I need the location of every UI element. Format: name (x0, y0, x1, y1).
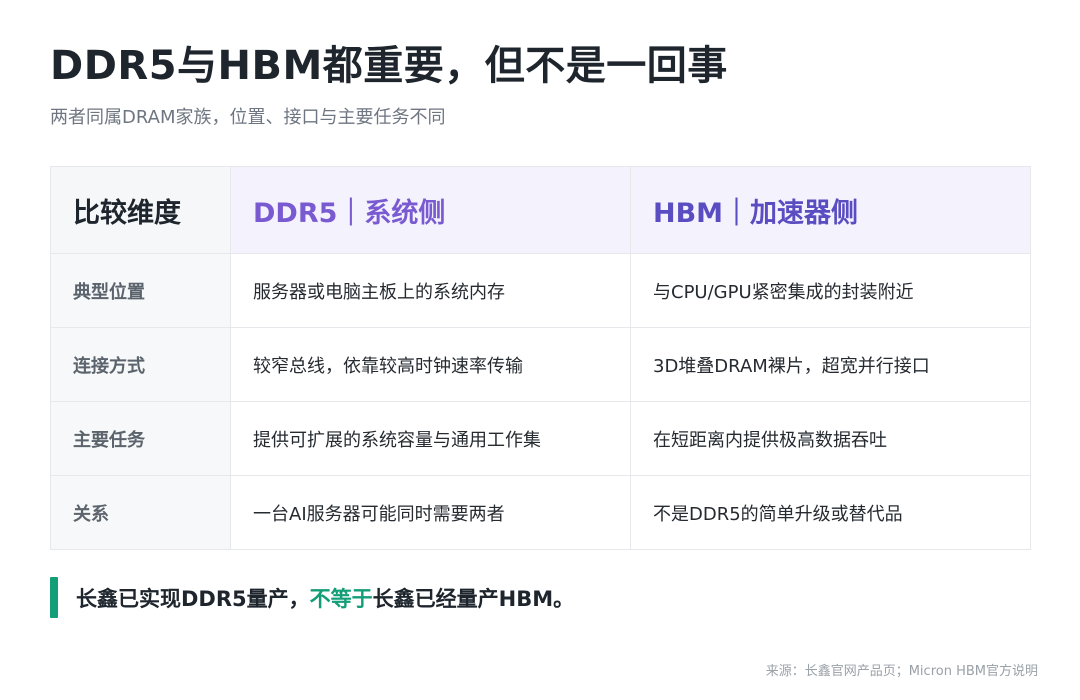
comparison-table: 比较维度 DDR5｜系统侧 HBM｜加速器侧 典型位置 服务器或电脑主板上的系统… (50, 166, 1031, 550)
header-ddr5: DDR5｜系统侧 (230, 166, 631, 254)
header-hbm: HBM｜加速器侧 (630, 166, 1031, 254)
cell-ddr5-task: 提供可扩展的系统容量与通用工作集 (230, 401, 631, 476)
cell-hbm-task: 在短距离内提供极高数据吞吐 (630, 401, 1031, 476)
table-row: 典型位置 服务器或电脑主板上的系统内存 与CPU/GPU紧密集成的封装附近 (50, 253, 1031, 328)
table-row: 连接方式 较窄总线，依靠较高时钟速率传输 3D堆叠DRAM裸片，超宽并行接口 (50, 327, 1031, 402)
cell-hbm-connection: 3D堆叠DRAM裸片，超宽并行接口 (630, 327, 1031, 402)
table-header-row: 比较维度 DDR5｜系统侧 HBM｜加速器侧 (50, 166, 1031, 254)
callout-highlight: 不等于 (309, 586, 373, 611)
table-row: 主要任务 提供可扩展的系统容量与通用工作集 在短距离内提供极高数据吞吐 (50, 401, 1031, 476)
row-dimension-task: 主要任务 (50, 401, 231, 476)
cell-ddr5-location: 服务器或电脑主板上的系统内存 (230, 253, 631, 328)
page-subtitle: 两者同属DRAM家族，位置、接口与主要任务不同 (50, 107, 446, 128)
cell-hbm-relation: 不是DDR5的简单升级或替代品 (630, 475, 1031, 550)
key-takeaway-callout: 长鑫已实现DDR5量产，不等于长鑫已经量产HBM。 (50, 577, 574, 618)
page-title: DDR5与HBM都重要，但不是一回事 (50, 43, 728, 89)
callout-accent-bar (50, 577, 58, 618)
source-note: 来源：长鑫官网产品页；Micron HBM官方说明 (765, 664, 1038, 679)
cell-ddr5-connection: 较窄总线，依靠较高时钟速率传输 (230, 327, 631, 402)
row-dimension-relation: 关系 (50, 475, 231, 550)
cell-ddr5-relation: 一台AI服务器可能同时需要两者 (230, 475, 631, 550)
header-dimension: 比较维度 (50, 166, 231, 254)
callout-text: 长鑫已实现DDR5量产，不等于长鑫已经量产HBM。 (76, 583, 574, 613)
row-dimension-connection: 连接方式 (50, 327, 231, 402)
callout-part2: 长鑫已经量产HBM。 (372, 586, 575, 611)
cell-hbm-location: 与CPU/GPU紧密集成的封装附近 (630, 253, 1031, 328)
table-row: 关系 一台AI服务器可能同时需要两者 不是DDR5的简单升级或替代品 (50, 475, 1031, 550)
callout-part1: 长鑫已实现DDR5量产， (76, 586, 310, 611)
row-dimension-location: 典型位置 (50, 253, 231, 328)
